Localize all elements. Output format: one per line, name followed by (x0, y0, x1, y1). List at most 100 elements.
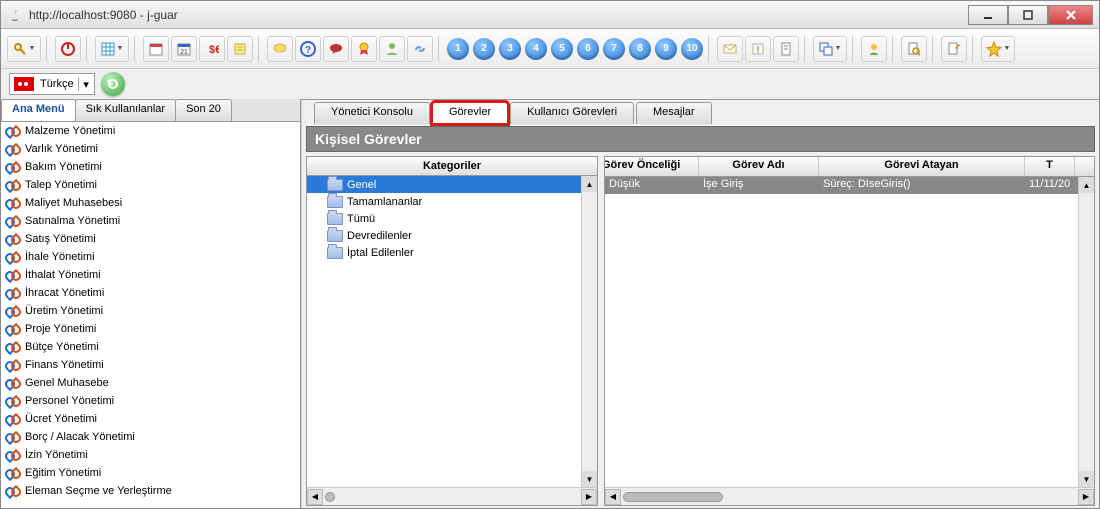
task-column-header[interactable]: T (1025, 157, 1075, 176)
number-button-1[interactable]: 1 (447, 38, 469, 60)
number-button-5[interactable]: 5 (551, 38, 573, 60)
scroll-down-icon[interactable]: ▼ (1079, 471, 1094, 487)
sidebar-item[interactable]: Üretim Yönetimi (1, 302, 300, 320)
body-split: Kategoriler GenelTamamlananlarTümüDevred… (306, 156, 1095, 506)
alert-icon[interactable]: ! (745, 36, 771, 62)
number-button-9[interactable]: 9 (655, 38, 677, 60)
module-icon (5, 357, 21, 373)
note-icon[interactable] (227, 36, 253, 62)
tasks-panel: Görev ÖnceliğiGörev AdıGörevi AtayanT Dü… (604, 156, 1095, 506)
scroll-left-icon[interactable]: ◀ (605, 489, 621, 505)
sidebar-item[interactable]: Finans Yönetimi (1, 356, 300, 374)
bubble-icon[interactable] (267, 36, 293, 62)
chat-icon[interactable] (323, 36, 349, 62)
module-icon (5, 321, 21, 337)
scroll-left-icon[interactable]: ◀ (307, 489, 323, 505)
chevron-down-icon[interactable]: ▾ (78, 78, 94, 91)
categories-hscroll[interactable]: ◀ ▶ (307, 487, 597, 505)
scroll-right-icon[interactable]: ▶ (581, 489, 597, 505)
language-select[interactable]: Türkçe ▾ (9, 73, 95, 95)
language-label: Türkçe (38, 78, 78, 90)
sidebar-tab[interactable]: Ana Menü (1, 99, 76, 121)
sidebar-item[interactable]: Malzeme Yönetimi (1, 122, 300, 140)
star-icon[interactable]: ▼ (981, 36, 1015, 62)
task-column-header[interactable]: Görev Önceliği (605, 157, 699, 176)
task-column-header[interactable]: Görev Adı (699, 157, 819, 176)
main-tab[interactable]: Görevler (432, 102, 508, 124)
sidebar-item[interactable]: Varlık Yönetimi (1, 140, 300, 158)
sidebar-item[interactable]: Ücret Yönetimi (1, 410, 300, 428)
category-item[interactable]: Tümü (307, 210, 581, 227)
category-item[interactable]: Genel (307, 176, 581, 193)
main-tab[interactable]: Mesajlar (636, 102, 712, 124)
folder-icon (327, 213, 343, 225)
sidebar-item[interactable]: Satış Yönetimi (1, 230, 300, 248)
categories-vscroll[interactable]: ▲ ▼ (581, 176, 597, 487)
search-doc-icon[interactable] (901, 36, 927, 62)
grid-icon[interactable]: ▼ (95, 36, 129, 62)
sidebar-item[interactable]: Genel Muhasebe (1, 374, 300, 392)
sidebar-item[interactable]: Personel Yönetimi (1, 392, 300, 410)
task-row[interactable]: Düşükİşe GirişSüreç: DIseGiris()11/11/20 (605, 177, 1078, 194)
number-button-3[interactable]: 3 (499, 38, 521, 60)
main-tab[interactable]: Yönetici Konsolu (314, 102, 430, 124)
tasks-body: Düşükİşe GirişSüreç: DIseGiris()11/11/20… (605, 177, 1094, 487)
main-tab[interactable]: Kullanıcı Görevleri (510, 102, 634, 124)
sidebar-item[interactable]: Maliyet Muhasebesi (1, 194, 300, 212)
minimize-button[interactable] (968, 5, 1008, 25)
link-icon[interactable] (407, 36, 433, 62)
number-button-6[interactable]: 6 (577, 38, 599, 60)
scroll-up-icon[interactable]: ▲ (1079, 177, 1094, 193)
doc-icon[interactable] (773, 36, 799, 62)
sidebar-item[interactable]: Proje Yönetimi (1, 320, 300, 338)
windows-icon[interactable]: ▼ (813, 36, 847, 62)
categories-panel: Kategoriler GenelTamamlananlarTümüDevred… (306, 156, 598, 506)
sidebar-item[interactable]: Bütçe Yönetimi (1, 338, 300, 356)
sidebar-tab[interactable]: Son 20 (175, 99, 232, 121)
sidebar-item[interactable]: İhracat Yönetimi (1, 284, 300, 302)
sidebar-item[interactable]: Bakım Yönetimi (1, 158, 300, 176)
refresh-button[interactable] (101, 72, 125, 96)
task-column-header[interactable]: Görevi Atayan (819, 157, 1025, 176)
award-icon[interactable] (351, 36, 377, 62)
mail-icon[interactable] (717, 36, 743, 62)
edit-doc-icon[interactable] (941, 36, 967, 62)
sidebar-tab[interactable]: Sık Kullanılanlar (75, 99, 177, 121)
category-item[interactable]: Tamamlananlar (307, 193, 581, 210)
number-button-7[interactable]: 7 (603, 38, 625, 60)
sidebar-item[interactable]: Eğitim Yönetimi (1, 464, 300, 482)
power-icon[interactable] (55, 36, 81, 62)
key-icon[interactable]: ▼ (7, 36, 41, 62)
number-button-8[interactable]: 8 (629, 38, 651, 60)
maximize-button[interactable] (1008, 5, 1048, 25)
number-button-2[interactable]: 2 (473, 38, 495, 60)
category-item[interactable]: Devredilenler (307, 227, 581, 244)
calendar-num-icon[interactable]: 21 (171, 36, 197, 62)
dollar-icon[interactable]: $€ (199, 36, 225, 62)
sidebar-item[interactable]: İthalat Yönetimi (1, 266, 300, 284)
person-icon[interactable] (861, 36, 887, 62)
sidebar-item[interactable]: İhale Yönetimi (1, 248, 300, 266)
scroll-right-icon[interactable]: ▶ (1078, 489, 1094, 505)
number-button-4[interactable]: 4 (525, 38, 547, 60)
user-icon[interactable] (379, 36, 405, 62)
scroll-down-icon[interactable]: ▼ (582, 471, 597, 487)
sidebar-item[interactable]: Satınalma Yönetimi (1, 212, 300, 230)
number-button-10[interactable]: 10 (681, 38, 703, 60)
sidebar-item[interactable]: Eleman Seçme ve Yerleştirme (1, 482, 300, 500)
app-window: http://localhost:9080 - j-guar ▼ ▼ 21 $€… (0, 0, 1100, 509)
sidebar-item[interactable]: Borç / Alacak Yönetimi (1, 428, 300, 446)
java-icon (7, 7, 23, 23)
help-icon[interactable]: ? (295, 36, 321, 62)
calendar-icon[interactable] (143, 36, 169, 62)
sidebar-item[interactable]: İzin Yönetimi (1, 446, 300, 464)
module-icon (5, 177, 21, 193)
tasks-vscroll[interactable]: ▲ ▼ (1078, 177, 1094, 487)
module-icon (5, 447, 21, 463)
sidebar-item[interactable]: Talep Yönetimi (1, 176, 300, 194)
tasks-hscroll[interactable]: ◀ ▶ (605, 487, 1094, 505)
svg-text:21: 21 (180, 49, 188, 56)
close-button[interactable] (1048, 5, 1093, 25)
scroll-up-icon[interactable]: ▲ (582, 176, 597, 192)
category-item[interactable]: İptal Edilenler (307, 244, 581, 261)
